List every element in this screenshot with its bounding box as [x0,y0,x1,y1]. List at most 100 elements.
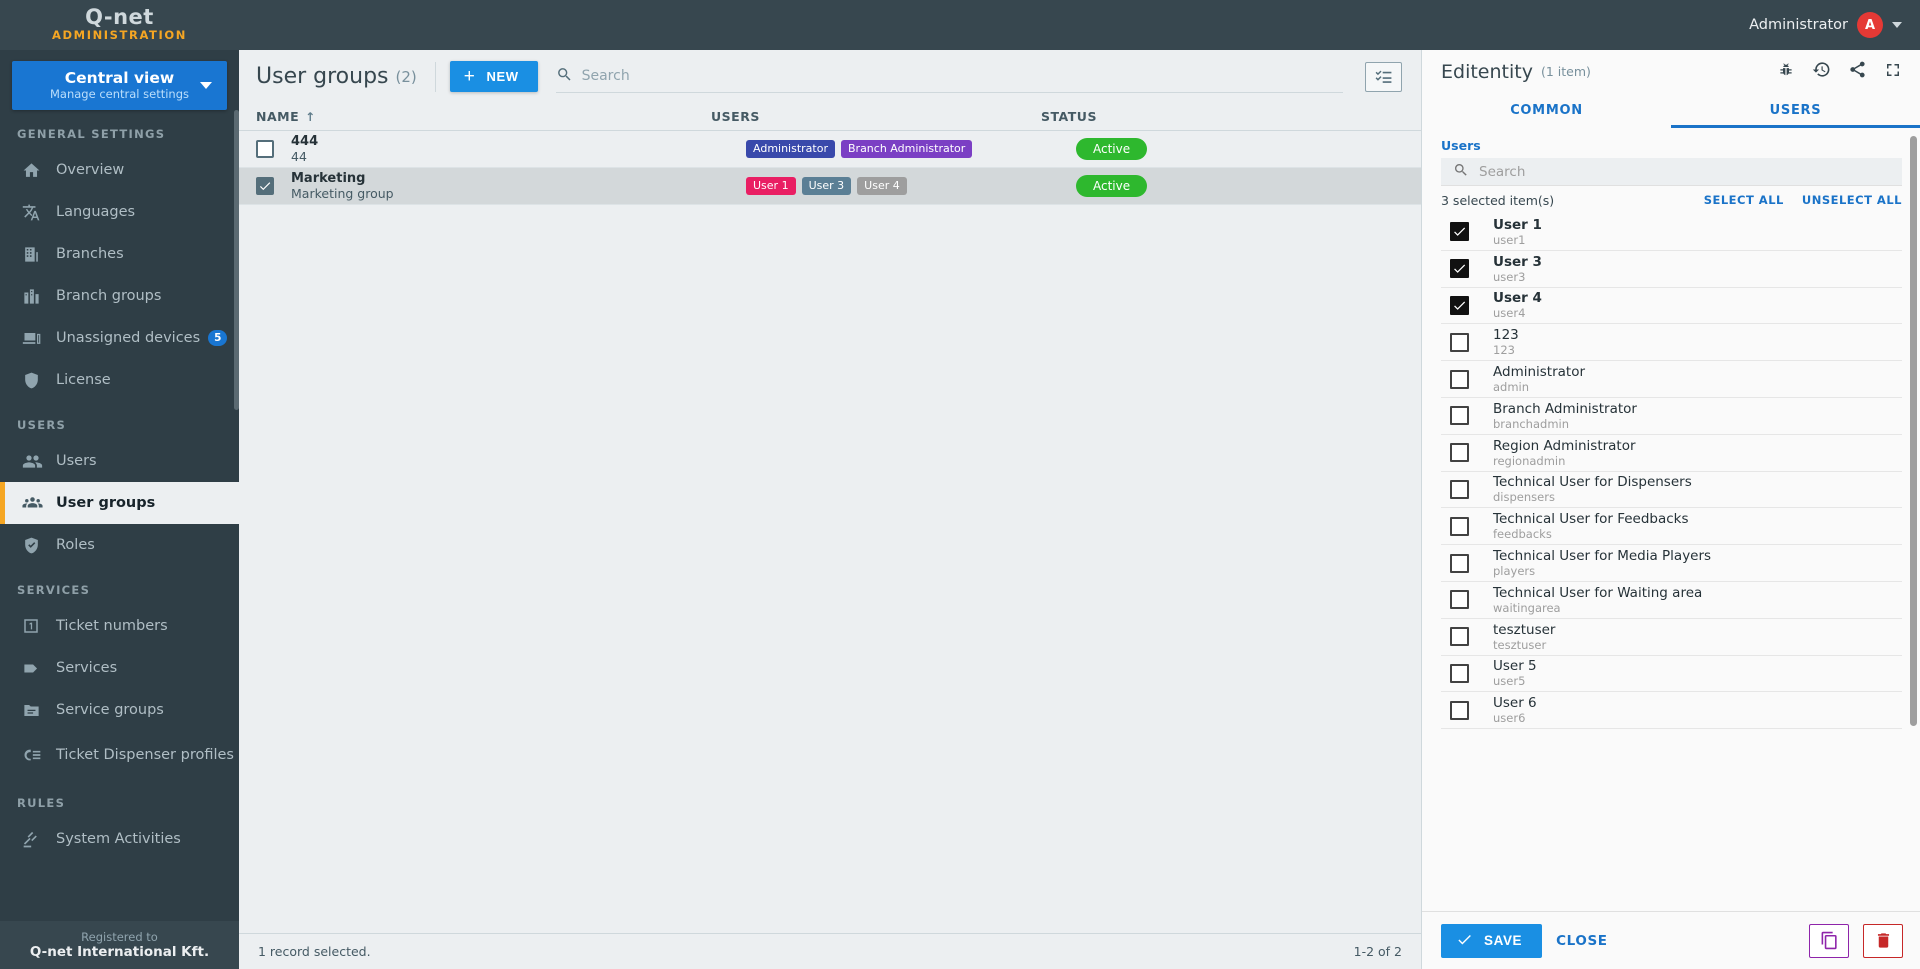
search-input[interactable] [581,68,1343,84]
tab-common[interactable]: COMMON [1422,93,1671,128]
chevron-down-icon[interactable] [200,82,212,89]
account-menu[interactable]: Administrator A [1749,12,1920,38]
sidebar-item-ticket-dispenser-profiles[interactable]: Ticket Dispenser profiles [0,731,239,779]
sort-ascending-icon: ↑ [305,109,316,124]
save-button[interactable]: SAVE [1441,923,1543,958]
delete-button[interactable] [1863,923,1903,958]
list-item[interactable]: User 3 user3 [1441,251,1902,288]
user-chip: Administrator [746,140,835,158]
sidebar-section-general: GENERAL SETTINGS [17,127,166,141]
user-name: User 4 [1493,290,1542,307]
sidebar-item-branches[interactable]: Branches [0,233,239,275]
list-item[interactable]: Technical User for Dispensers dispensers [1441,472,1902,509]
list-item[interactable]: Technical User for Feedbacks feedbacks [1441,508,1902,546]
list-item[interactable]: 123 123 [1441,324,1902,362]
user-checkbox[interactable] [1450,332,1469,352]
user-name: Branch Administrator [1493,400,1637,417]
row-checkbox[interactable] [256,177,274,195]
user-checkbox[interactable] [1450,700,1469,720]
sidebar-item-languages[interactable]: Languages [0,191,239,233]
chevron-down-icon[interactable] [1892,22,1902,28]
close-button[interactable]: CLOSE [1556,933,1607,949]
row-checkbox[interactable] [256,140,274,158]
row-name: Marketing [291,171,366,186]
column-header-users[interactable]: USERS [711,109,1041,124]
list-item[interactable]: Administrator admin [1441,361,1902,398]
user-checkbox[interactable] [1450,406,1469,426]
main-search[interactable] [555,61,1343,93]
user-login: user5 [1493,674,1526,689]
user-checkbox[interactable] [1450,295,1469,315]
list-item[interactable]: User 1 user1 [1441,214,1902,251]
table-row[interactable]: 444 44 Administrator Branch Administrato… [239,131,1421,168]
user-checkbox[interactable] [1450,222,1469,242]
sidebar-item-branch-groups[interactable]: Branch groups [0,275,239,317]
column-header-status[interactable]: STATUS [1041,109,1421,124]
list-item[interactable]: Region Administrator regionadmin [1441,435,1902,472]
user-checkbox[interactable] [1450,590,1469,610]
records-selected-text: 1 record selected. [258,944,371,959]
panel-user-search[interactable] [1441,158,1902,186]
list-item[interactable]: User 5 user5 [1441,656,1902,693]
sidebar-item-roles[interactable]: Roles [0,524,239,566]
bug-icon[interactable] [1777,61,1795,83]
account-name: Administrator [1749,17,1848,33]
column-header-name[interactable]: NAME ↑ [256,109,711,124]
list-item[interactable]: User 4 user4 [1441,288,1902,325]
user-checkbox[interactable] [1450,479,1469,499]
sidebar-item-ticket-numbers[interactable]: Ticket numbers [0,605,239,647]
list-item[interactable]: Technical User for Waiting area waitingar… [1441,582,1902,619]
sidebar-item-services[interactable]: Services [0,647,239,689]
sidebar-item-service-groups[interactable]: Service groups [0,689,239,731]
plus-icon: + [463,66,476,87]
panel-search-input[interactable] [1479,163,1890,180]
new-button[interactable]: + NEW [449,61,538,92]
sidebar-item-label: Ticket numbers [56,617,168,634]
new-button-label: NEW [486,69,519,84]
user-checkbox[interactable] [1450,516,1469,536]
sidebar-item-label: Roles [56,536,95,553]
user-login: tesztuser [1493,637,1547,652]
fullscreen-icon[interactable] [1884,61,1902,83]
sidebar-item-users[interactable]: Users [0,440,239,482]
user-checkbox[interactable] [1450,553,1469,573]
user-chip: User 3 [801,177,852,195]
sidebar-item-label: Service groups [56,701,164,718]
table-row[interactable]: Marketing Marketing group User 1 User 3 … [239,168,1421,205]
sidebar-item-user-groups[interactable]: User groups [0,482,239,524]
share-icon[interactable] [1848,60,1867,83]
user-checkbox[interactable] [1450,259,1469,279]
tag-icon [22,659,56,678]
select-all-button[interactable]: SELECT ALL [1704,193,1784,207]
tab-users[interactable]: USERS [1671,93,1920,128]
avatar: A [1857,12,1883,38]
user-login: user3 [1493,269,1526,284]
history-icon[interactable] [1812,60,1831,83]
list-item[interactable]: Technical User for Media Players players [1441,545,1902,582]
central-view-title: Central view [64,69,175,87]
select-columns-button[interactable] [1365,61,1402,92]
sidebar-item-system-activities[interactable]: System Activities [0,818,239,860]
user-checkbox[interactable] [1450,443,1469,463]
user-checkbox[interactable] [1450,627,1469,647]
sidebar-item-label: Users [56,452,97,469]
duplicate-button[interactable] [1809,923,1849,958]
unselect-all-button[interactable]: UNSELECT ALL [1802,193,1902,207]
sidebar-item-label: Branches [56,245,124,262]
panel-scrollbar[interactable] [1910,136,1917,726]
sidebar-scrollbar[interactable] [234,110,239,410]
central-view-switcher[interactable]: Central view Manage central settings [12,61,227,110]
panel-header: Editentity (1 item) [1422,50,1920,93]
user-checkbox[interactable] [1450,369,1469,389]
user-login: user4 [1493,306,1526,321]
list-item[interactable]: User 6 user6 [1441,692,1902,730]
sidebar-item-unassigned-devices[interactable]: Unassigned devices 5 [0,317,239,359]
sidebar-item-overview[interactable]: Overview [0,149,239,191]
list-item[interactable]: tesztuser tesztuser [1441,619,1902,656]
user-checkbox[interactable] [1450,663,1469,683]
user-chip: Branch Administrator [841,140,973,158]
row-name-cell: 444 44 [291,134,746,164]
list-item[interactable]: Branch Administrator branchadmin [1441,398,1902,435]
sidebar-item-license[interactable]: License [0,359,239,401]
buildings-icon [22,287,56,306]
